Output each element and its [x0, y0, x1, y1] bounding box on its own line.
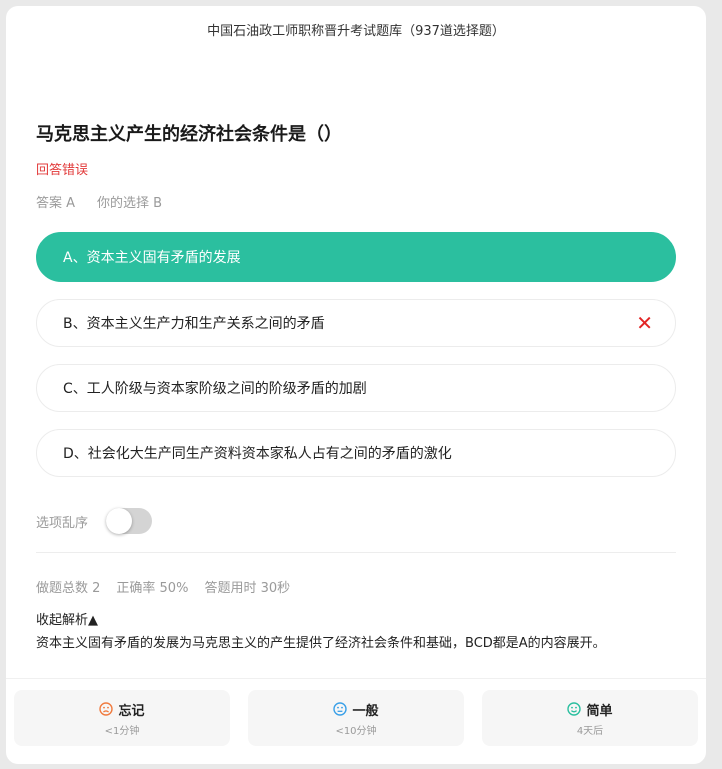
option-label: A、资本主义固有矛盾的发展: [63, 250, 241, 266]
easy-interval: 4天后: [576, 725, 604, 737]
option-label: C、工人阶级与资本家阶级之间的阶级矛盾的加剧: [63, 381, 367, 397]
neutral-face-icon: [333, 702, 348, 716]
result-status: 回答错误: [36, 163, 89, 178]
stats-line: 做题总数 2 正确率 50% 答题用时 30秒: [36, 577, 306, 596]
happy-face-icon: [567, 702, 582, 716]
normal-label: 一般: [352, 703, 379, 719]
option-c[interactable]: C、工人阶级与资本家阶级之间的阶级矛盾的加剧: [36, 364, 676, 412]
your-choice-label: 你的选择 B: [97, 196, 163, 211]
collapse-analysis-link[interactable]: 收起解析▲: [36, 609, 98, 628]
normal-button[interactable]: 一般 <10分钟: [248, 690, 464, 746]
quiz-card: 中国石油政工师职称晋升考试题库（937道选择题） 马克思主义产生的经济社会条件是…: [6, 6, 706, 764]
toggle-knob: [106, 508, 133, 534]
correct-answer-label: 答案 A: [36, 196, 76, 211]
accuracy-rate: 正确率 50%: [116, 581, 189, 596]
easy-label: 简单: [586, 703, 613, 719]
answer-line: 答案 A 你的选择 B: [36, 192, 162, 211]
shuffle-label: 选项乱序: [36, 515, 89, 531]
forget-label: 忘记: [118, 703, 145, 719]
option-label: D、社会化大生产同生产资料资本家私人占有之间的矛盾的激化: [63, 446, 452, 462]
normal-interval: <10分钟: [335, 725, 377, 737]
option-a[interactable]: A、资本主义固有矛盾的发展: [36, 232, 676, 282]
option-d[interactable]: D、社会化大生产同生产资料资本家私人占有之间的矛盾的激化: [36, 429, 676, 477]
options-list: A、资本主义固有矛盾的发展 B、资本主义生产力和生产关系之间的矛盾 ✕ C、工人…: [36, 232, 676, 494]
analysis-text: 资本主义固有矛盾的发展为马克思主义的产生提供了经济社会条件和基础，BCD都是A的…: [36, 636, 606, 651]
bottom-divider: [6, 678, 706, 679]
rating-bar: 忘记 <1分钟 一般 <10分钟 简单 4天后: [14, 690, 698, 746]
question-text: 马克思主义产生的经济社会条件是（）: [36, 124, 342, 145]
forget-interval: <1分钟: [104, 725, 140, 737]
total-count: 做题总数 2: [36, 581, 101, 596]
shuffle-toggle[interactable]: [106, 508, 153, 534]
forget-button[interactable]: 忘记 <1分钟: [14, 690, 230, 746]
option-b[interactable]: B、资本主义生产力和生产关系之间的矛盾 ✕: [36, 299, 676, 347]
sad-face-icon: [99, 702, 114, 716]
page-title: 中国石油政工师职称晋升考试题库（937道选择题）: [207, 24, 505, 39]
easy-button[interactable]: 简单 4天后: [482, 690, 698, 746]
divider: [36, 552, 676, 553]
option-label: B、资本主义生产力和生产关系之间的矛盾: [63, 316, 325, 332]
answer-time: 答题用时 30秒: [204, 581, 291, 596]
wrong-x-icon: ✕: [636, 311, 653, 335]
shuffle-row: 选项乱序: [36, 506, 153, 536]
